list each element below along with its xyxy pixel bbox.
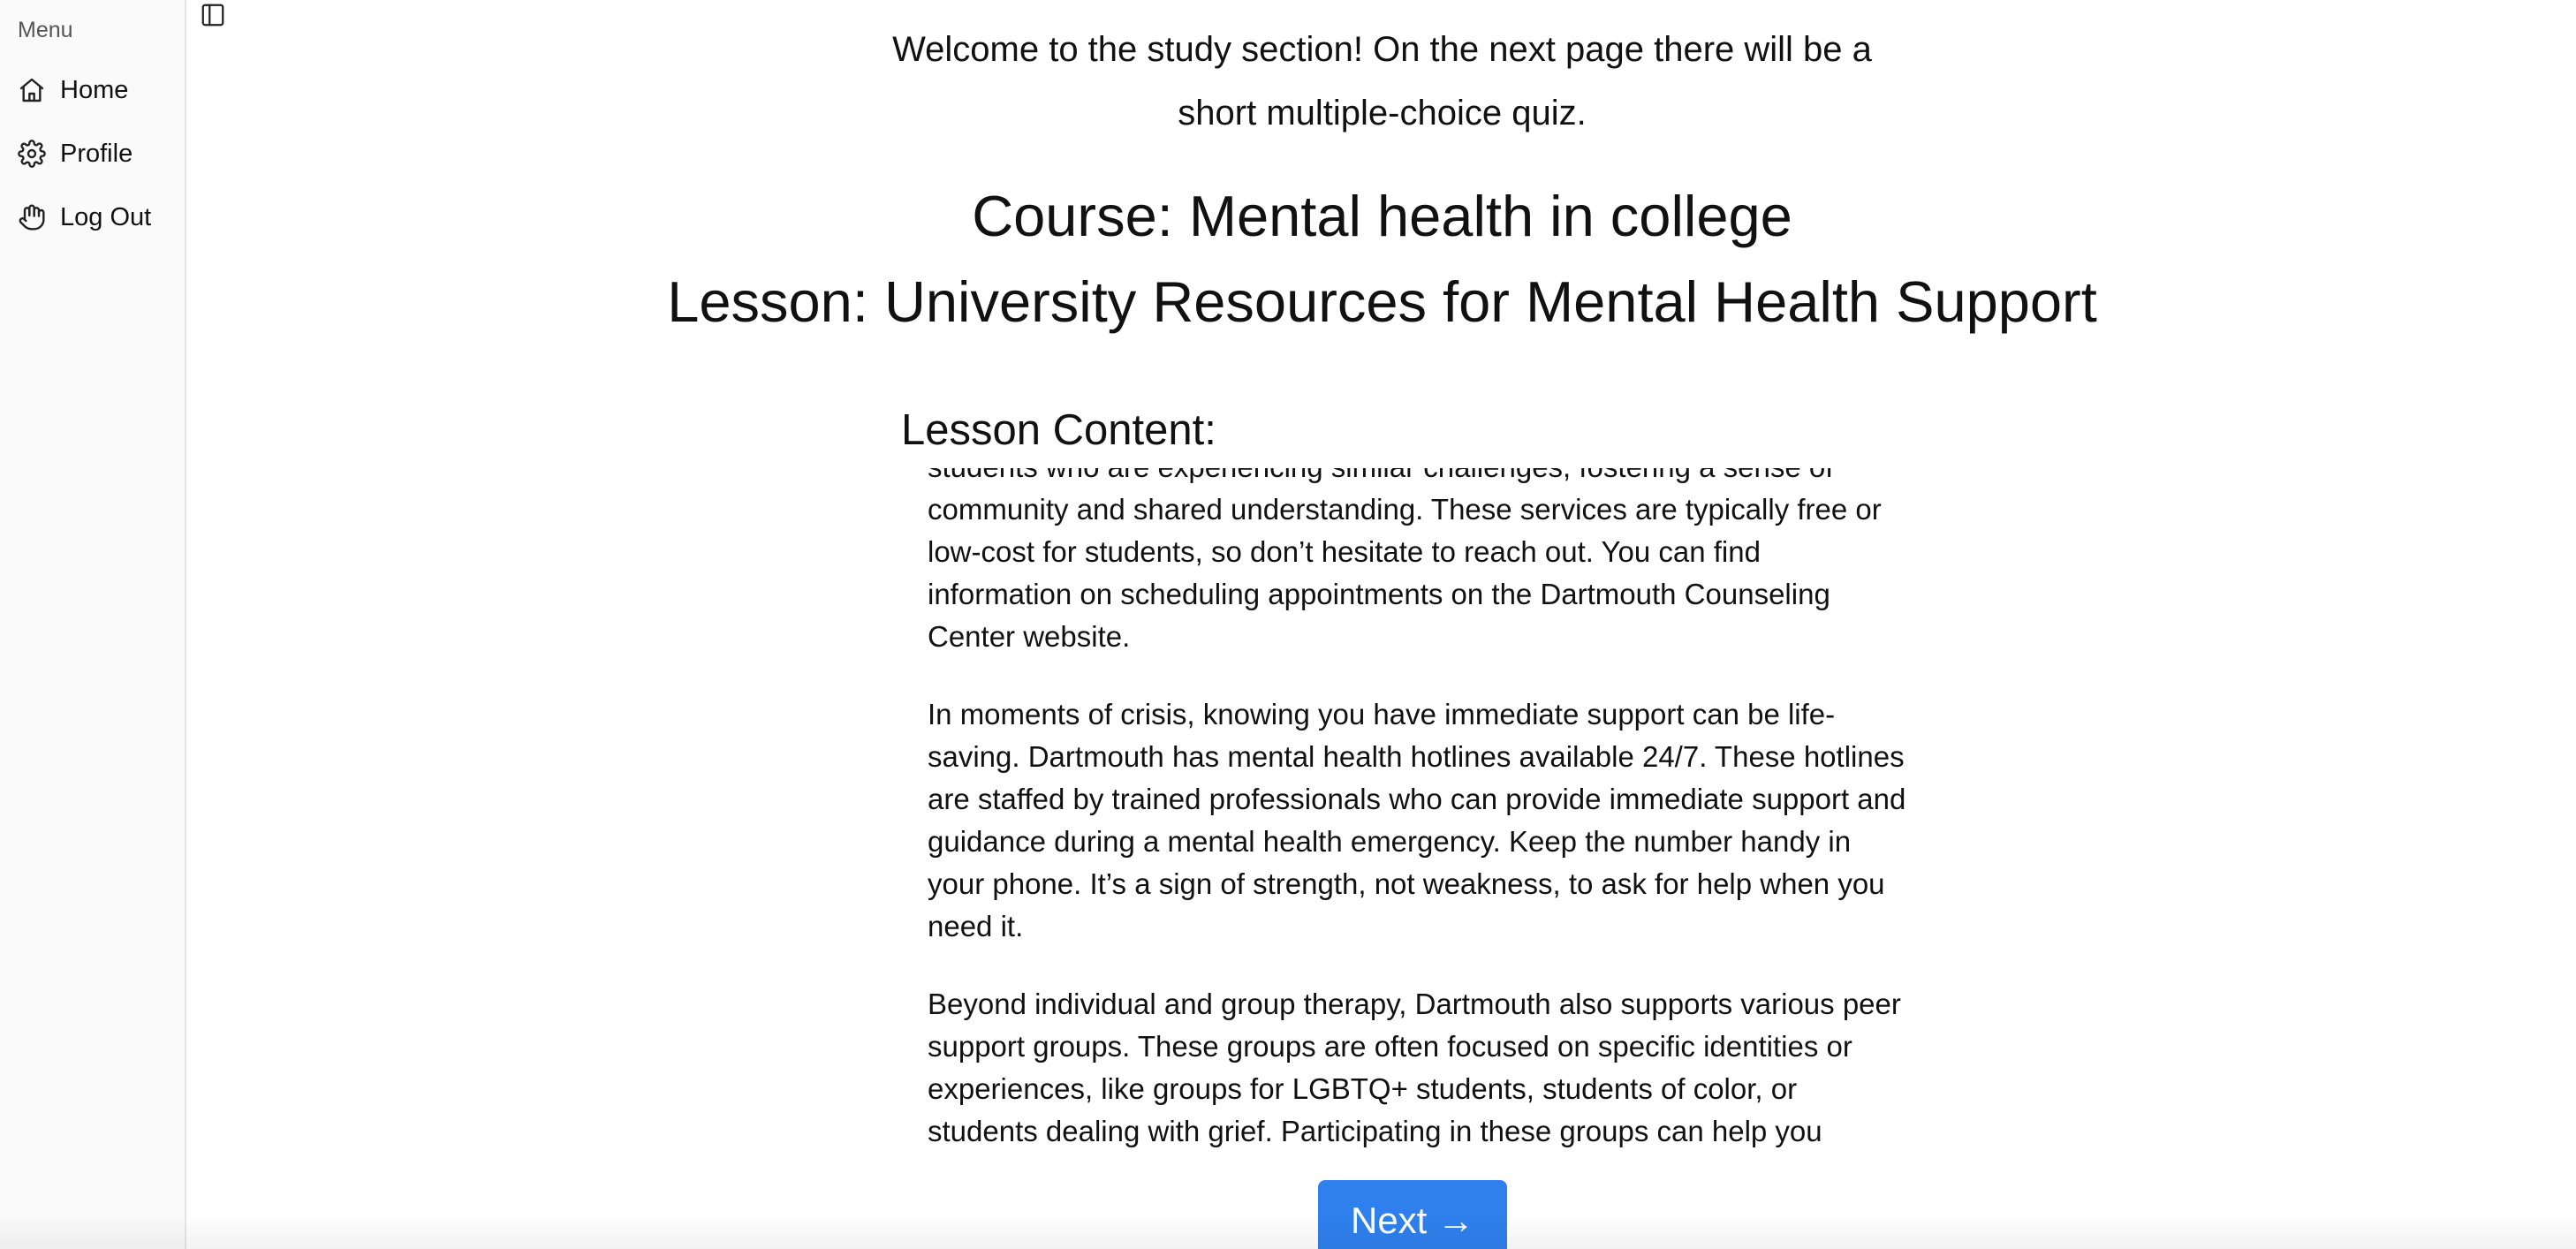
lesson-content-scroll-area[interactable]: students who are experiencing similar ch…: [928, 468, 1917, 1148]
hand-icon: [18, 203, 46, 231]
lesson-content-heading: Lesson Content:: [901, 406, 1216, 454]
lesson-paragraph: Beyond individual and group therapy, Dar…: [928, 988, 1901, 1147]
lesson-content-body: students who are experiencing similar ch…: [928, 468, 1908, 1148]
intro-line: short multiple-choice quiz.: [1178, 94, 1587, 132]
intro-text: Welcome to the study section! On the nex…: [188, 18, 2576, 145]
gear-icon: [18, 140, 46, 168]
home-icon: [18, 76, 46, 104]
sidebar-item-profile[interactable]: Profile: [18, 132, 133, 176]
intro-line: Welcome to the study section! On the nex…: [892, 30, 1872, 69]
lesson-paragraph: In moments of crisis, knowing you have i…: [928, 698, 1906, 942]
course-title: Course: Mental health in college: [972, 184, 1792, 248]
sidebar-item-logout[interactable]: Log Out: [18, 195, 151, 239]
sidebar-item-home[interactable]: Home: [18, 68, 128, 112]
lesson-title: Lesson: University Resources for Mental …: [667, 269, 2097, 334]
sidebar-item-label: Profile: [60, 139, 133, 168]
sidebar-heading: Menu: [18, 18, 73, 42]
sidebar-item-label: Home: [60, 75, 129, 104]
sidebar: Menu Home Profile Log Out: [0, 0, 186, 1249]
app-root: Menu Home Profile Log Out Welcome to the…: [0, 0, 2576, 1249]
sidebar-item-label: Log Out: [60, 202, 152, 231]
lesson-paragraph: students who are experiencing similar ch…: [928, 468, 1882, 653]
next-button[interactable]: Next →: [1318, 1180, 1507, 1249]
main-content: Welcome to the study section! On the nex…: [188, 0, 2576, 1249]
